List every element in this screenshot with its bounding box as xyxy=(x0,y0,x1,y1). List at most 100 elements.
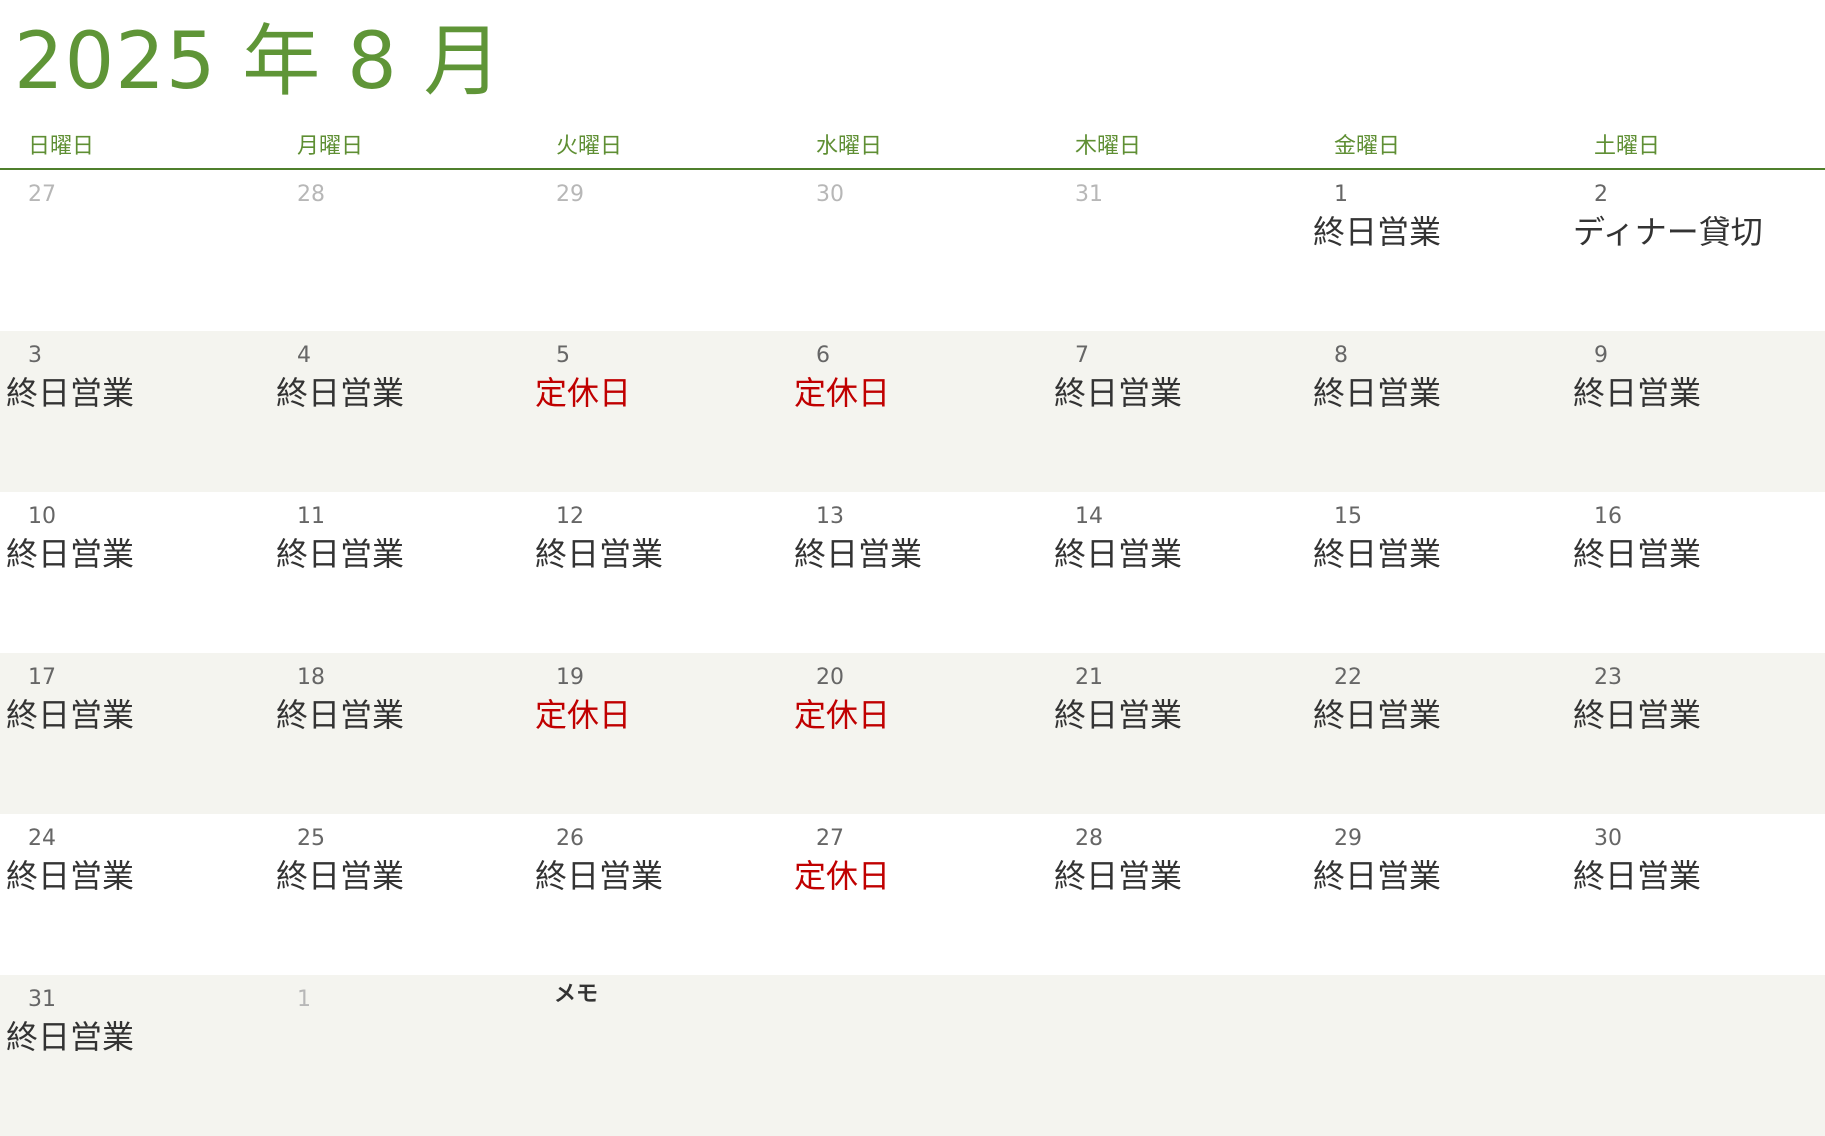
day-event: 終日営業 xyxy=(276,535,405,573)
day-event: 終日営業 xyxy=(6,374,135,412)
day-cell[interactable]: 11 終日営業 xyxy=(270,492,529,653)
day-event: 定休日 xyxy=(794,857,891,895)
day-number: 20 xyxy=(816,665,844,690)
day-cell[interactable]: 6 定休日 xyxy=(788,331,1047,492)
day-number: 24 xyxy=(28,826,56,851)
day-cell[interactable]: 12 終日営業 xyxy=(529,492,788,653)
day-cell[interactable]: 28 xyxy=(270,170,529,331)
weekday-sunday: 日曜日 xyxy=(28,134,95,159)
day-event: 定休日 xyxy=(535,374,632,412)
day-number: 21 xyxy=(1075,665,1103,690)
calendar-grid: 27 28 29 30 31 1 終日営業 2 ディナー貸切 3 終日営業 4 終日営業… xyxy=(0,170,1825,1136)
weekday-friday: 金曜日 xyxy=(1334,134,1401,159)
day-event: 終日営業 xyxy=(1313,213,1442,251)
day-cell[interactable]: 31 終日営業 xyxy=(0,975,259,1136)
day-cell[interactable]: 30 xyxy=(788,170,1047,331)
week-row-6: 31 終日営業 1 メモ xyxy=(0,975,1825,1136)
day-event: 終日営業 xyxy=(1054,374,1183,412)
day-number: 27 xyxy=(28,182,56,207)
day-cell[interactable]: 29 xyxy=(529,170,788,331)
day-cell[interactable]: 3 終日営業 xyxy=(0,331,259,492)
day-event: 定休日 xyxy=(794,696,891,734)
day-event: 終日営業 xyxy=(1573,374,1702,412)
day-cell[interactable]: 17 終日営業 xyxy=(0,653,259,814)
day-event: 終日営業 xyxy=(535,535,664,573)
day-cell[interactable]: 31 xyxy=(1048,170,1307,331)
day-event: 終日営業 xyxy=(6,1018,135,1056)
day-cell[interactable]: 15 終日営業 xyxy=(1307,492,1566,653)
page-title: 2025 年 8 月 xyxy=(14,17,503,107)
day-number: 19 xyxy=(556,665,584,690)
day-cell[interactable]: 10 終日営業 xyxy=(0,492,259,653)
day-number: 11 xyxy=(297,504,325,529)
weekday-tuesday: 火曜日 xyxy=(556,134,623,159)
day-cell[interactable]: 16 終日営業 xyxy=(1567,492,1825,653)
day-cell[interactable]: 4 終日営業 xyxy=(270,331,529,492)
calendar-page: 2025 年 8 月 日曜日 月曜日 火曜日 水曜日 木曜日 金曜日 土曜日 2… xyxy=(0,0,1825,1136)
day-event: 終日営業 xyxy=(1313,374,1442,412)
day-event: 終日営業 xyxy=(794,535,923,573)
day-number: 23 xyxy=(1594,665,1622,690)
day-event: 終日営業 xyxy=(535,857,664,895)
day-cell[interactable]: 20 定休日 xyxy=(788,653,1047,814)
day-event: 終日営業 xyxy=(276,857,405,895)
day-cell[interactable]: 13 終日営業 xyxy=(788,492,1047,653)
day-cell[interactable]: 25 終日営業 xyxy=(270,814,529,975)
day-cell[interactable]: 21 終日営業 xyxy=(1048,653,1307,814)
day-number: 30 xyxy=(1594,826,1622,851)
day-cell[interactable]: 1 xyxy=(270,975,529,1136)
day-cell[interactable]: 19 定休日 xyxy=(529,653,788,814)
week-row-3: 10 終日営業 11 終日営業 12 終日営業 13 終日営業 14 終日営業 15 終日営… xyxy=(0,492,1825,653)
day-number: 26 xyxy=(556,826,584,851)
day-cell[interactable]: 14 終日営業 xyxy=(1048,492,1307,653)
day-cell[interactable]: 27 定休日 xyxy=(788,814,1047,975)
day-cell[interactable]: 24 終日営業 xyxy=(0,814,259,975)
day-cell[interactable]: 26 終日営業 xyxy=(529,814,788,975)
day-cell[interactable]: 1 終日営業 xyxy=(1307,170,1566,331)
day-number: 17 xyxy=(28,665,56,690)
day-number: 25 xyxy=(297,826,325,851)
day-cell[interactable]: 30 終日営業 xyxy=(1567,814,1825,975)
day-cell[interactable]: 9 終日営業 xyxy=(1567,331,1825,492)
day-number: 31 xyxy=(1075,182,1103,207)
weekday-saturday: 土曜日 xyxy=(1594,134,1661,159)
day-event: 終日営業 xyxy=(1573,857,1702,895)
day-number: 14 xyxy=(1075,504,1103,529)
day-number: 27 xyxy=(816,826,844,851)
day-number: 30 xyxy=(816,182,844,207)
day-cell[interactable]: 27 xyxy=(0,170,259,331)
week-row-4: 17 終日営業 18 終日営業 19 定休日 20 定休日 21 終日営業 22 終日営業 … xyxy=(0,653,1825,814)
day-event: 終日営業 xyxy=(1313,535,1442,573)
day-number: 7 xyxy=(1075,343,1089,368)
day-event: 終日営業 xyxy=(1054,857,1183,895)
day-cell[interactable]: 2 ディナー貸切 xyxy=(1567,170,1825,331)
day-cell[interactable]: 7 終日営業 xyxy=(1048,331,1307,492)
day-cell[interactable]: 28 終日営業 xyxy=(1048,814,1307,975)
day-event: 終日営業 xyxy=(276,696,405,734)
day-event: 終日営業 xyxy=(1054,696,1183,734)
day-number: 1 xyxy=(297,987,311,1012)
day-cell[interactable]: 23 終日営業 xyxy=(1567,653,1825,814)
day-number: 9 xyxy=(1594,343,1608,368)
day-event: 終日営業 xyxy=(6,696,135,734)
memo-label: メモ xyxy=(554,982,599,1007)
day-cell[interactable]: 8 終日営業 xyxy=(1307,331,1566,492)
day-number: 1 xyxy=(1334,182,1348,207)
weekday-header: 日曜日 月曜日 火曜日 水曜日 木曜日 金曜日 土曜日 xyxy=(0,130,1825,170)
day-cell[interactable]: 22 終日営業 xyxy=(1307,653,1566,814)
weekday-thursday: 木曜日 xyxy=(1075,134,1142,159)
weekday-monday: 月曜日 xyxy=(297,134,364,159)
day-cell[interactable]: 5 定休日 xyxy=(529,331,788,492)
day-number: 2 xyxy=(1594,182,1608,207)
day-cell[interactable]: 29 終日営業 xyxy=(1307,814,1566,975)
day-number: 8 xyxy=(1334,343,1348,368)
week-row-5: 24 終日営業 25 終日営業 26 終日営業 27 定休日 28 終日営業 29 終日営業… xyxy=(0,814,1825,975)
day-event: 終日営業 xyxy=(6,535,135,573)
day-number: 3 xyxy=(28,343,42,368)
day-number: 13 xyxy=(816,504,844,529)
week-row-1: 27 28 29 30 31 1 終日営業 2 ディナー貸切 xyxy=(0,170,1825,331)
day-cell[interactable]: 18 終日営業 xyxy=(270,653,529,814)
day-event: ディナー貸切 xyxy=(1573,213,1763,251)
day-number: 18 xyxy=(297,665,325,690)
week-row-2: 3 終日営業 4 終日営業 5 定休日 6 定休日 7 終日営業 8 終日営業 9 終日営業 xyxy=(0,331,1825,492)
